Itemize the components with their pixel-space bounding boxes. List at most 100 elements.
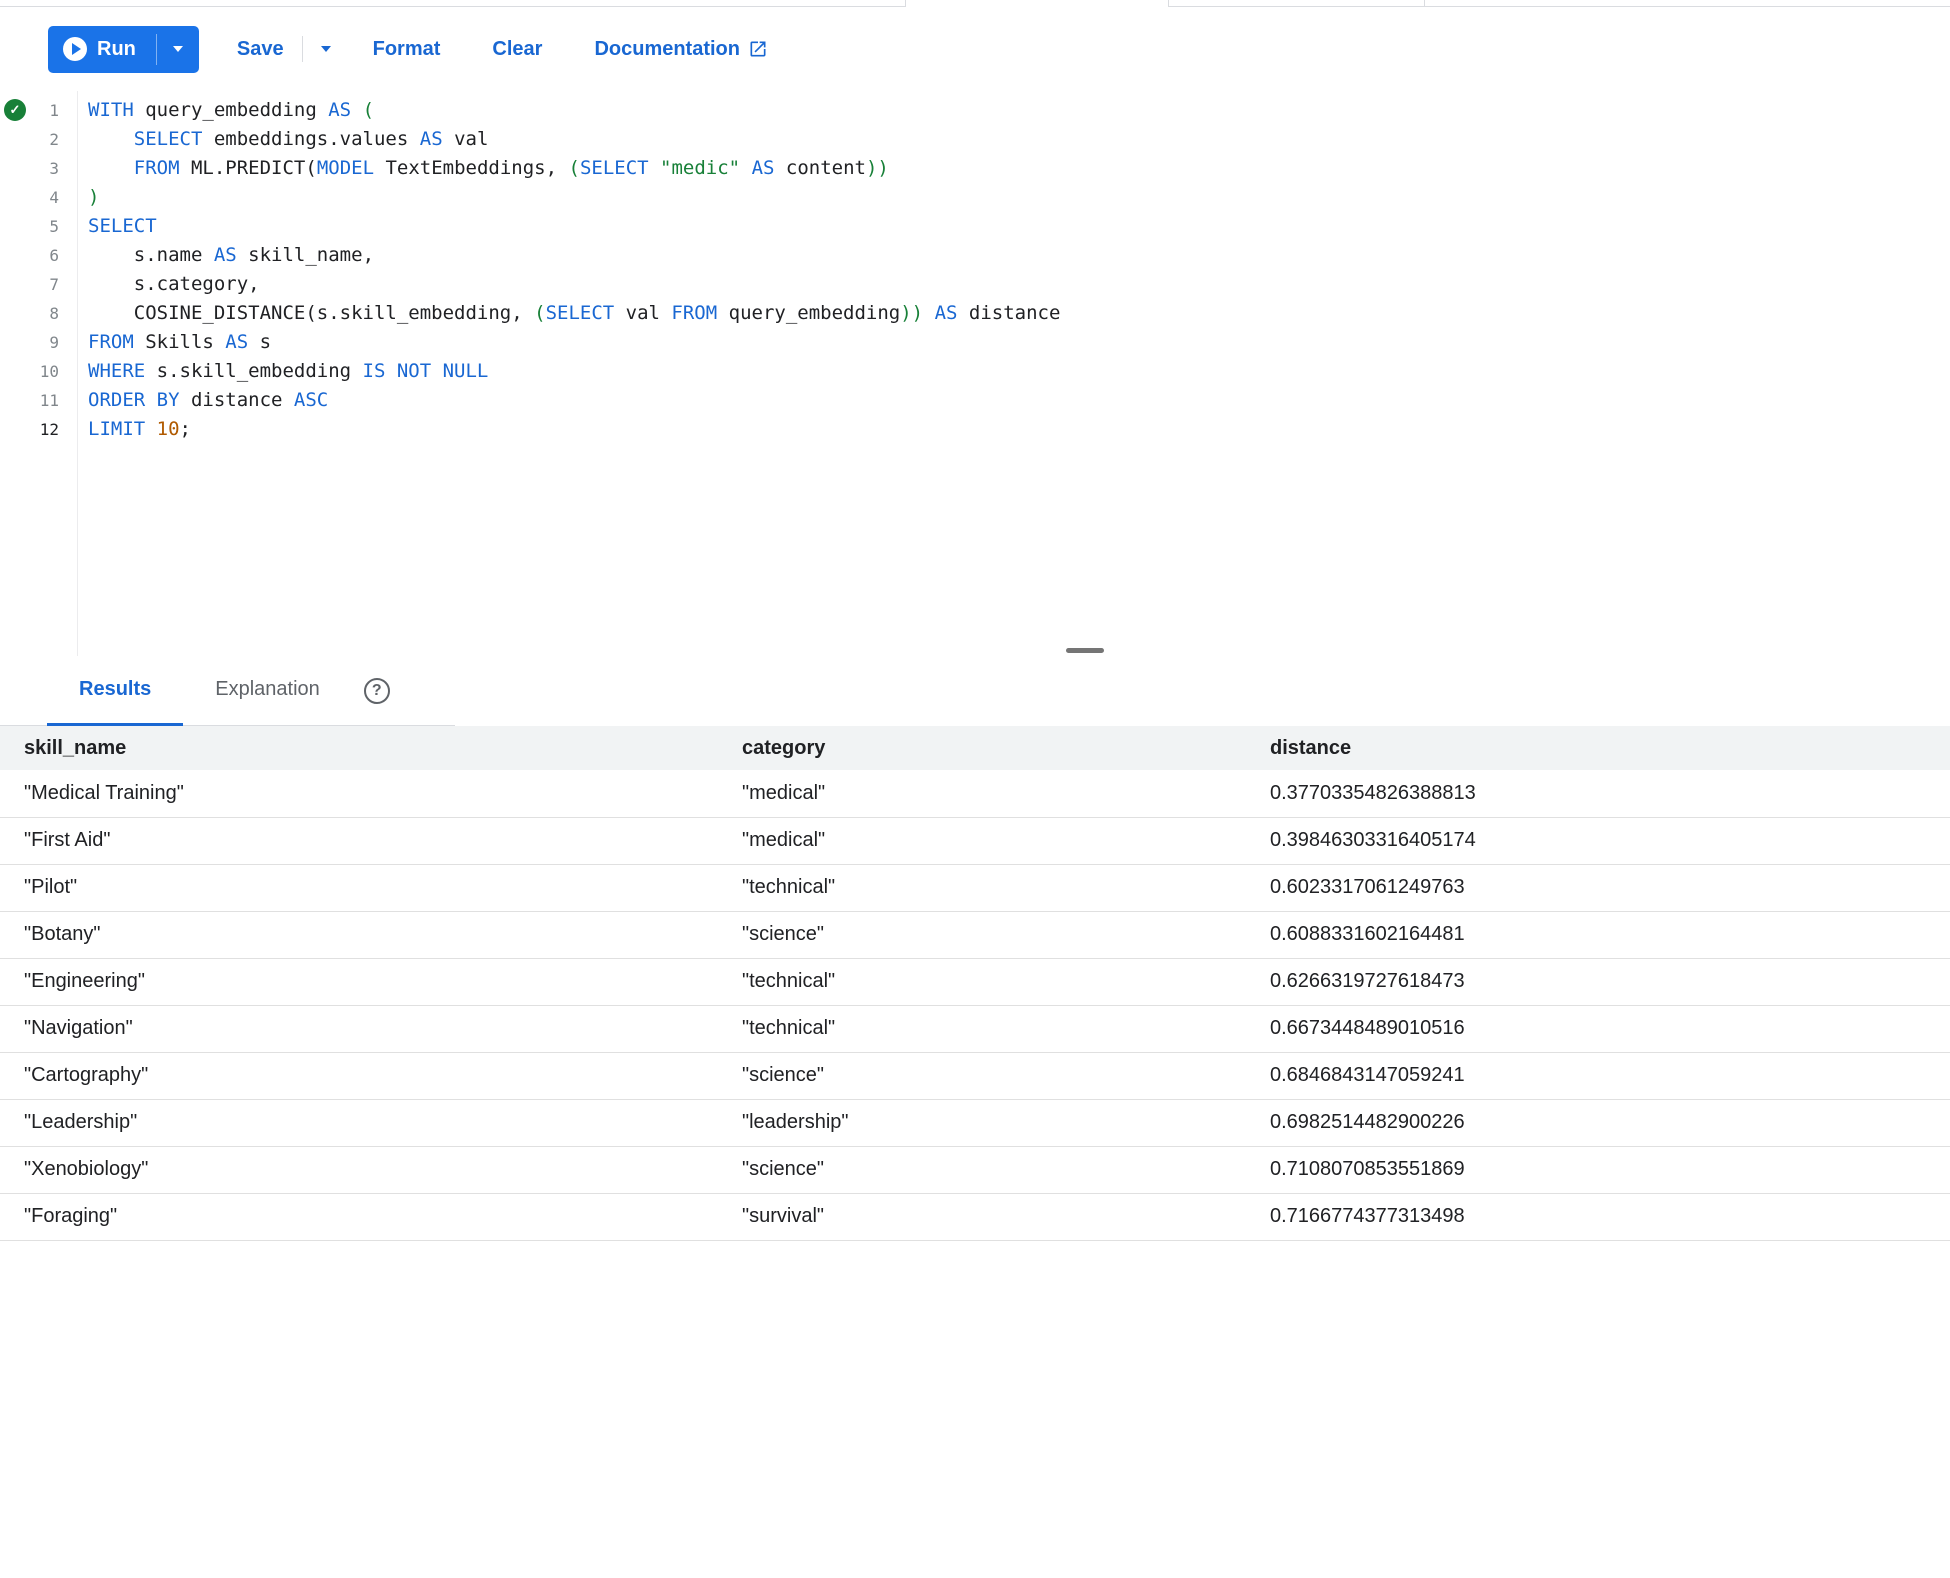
code-token: s [248,331,271,353]
run-button-label: Run [97,38,136,61]
code-line-9: FROM Skills AS s [88,328,1950,357]
code-token: WITH [88,99,134,121]
line-number: 10 [40,357,59,386]
gutter-line-10: 10 [0,357,77,386]
table-row: "Engineering""technical"0.62663197276184… [0,958,1950,1005]
pane-resize-handle[interactable] [1066,648,1104,653]
tab-results[interactable]: Results [47,656,183,726]
table-row: "Xenobiology""science"0.7108070853551869 [0,1146,1950,1193]
code-token: ASC [294,389,328,411]
table-cell: 0.6846843147059241 [1246,1052,1950,1099]
table-cell: "Leadership" [0,1099,718,1146]
code-line-12: LIMIT 10; [88,415,1950,444]
query-valid-check-icon: ✓ [4,99,26,121]
code-token: skill_name, [237,244,374,266]
play-icon [63,37,87,61]
active-tab-gap [906,6,1168,7]
code-token: AS [328,99,351,121]
run-button[interactable]: Run [48,26,156,73]
code-token: AS [752,157,775,179]
column-header-skill_name: skill_name [0,726,718,770]
save-button[interactable]: Save [237,38,284,61]
table-cell: "technical" [718,864,1246,911]
table-cell: 0.6673448489010516 [1246,1005,1950,1052]
code-token: WHERE [88,360,145,382]
line-number: 1 [49,96,59,125]
code-line-5: SELECT [88,212,1950,241]
table-cell: 0.7108070853551869 [1246,1146,1950,1193]
save-options-button[interactable] [321,46,331,52]
table-cell: "technical" [718,958,1246,1005]
table-cell: 0.6266319727618473 [1246,958,1950,1005]
code-token: SELECT [546,302,615,324]
gutter-line-6: 6 [0,241,77,270]
code-token: s.category, [88,273,260,295]
gutter-line-4: 4 [0,183,77,212]
code-token: LIMIT [88,418,145,440]
table-cell: 0.39846303316405174 [1246,817,1950,864]
clear-button[interactable]: Clear [492,38,542,61]
code-token: val [443,128,489,150]
code-token: ML.PREDICT( [180,157,317,179]
open-in-new-icon [748,39,768,59]
tab-separator [1168,0,1169,7]
table-cell: "Foraging" [0,1193,718,1240]
code-token: AS [225,331,248,353]
code-token: SELECT [580,157,649,179]
tab-explanation[interactable]: Explanation [183,656,352,726]
code-token: val [614,302,671,324]
code-token: AS [420,128,443,150]
table-row: "Foraging""survival"0.7166774377313498 [0,1193,1950,1240]
code-token: AS [935,302,958,324]
code-token: "medic" [660,157,740,179]
editor-gutter: ✓123456789101112 [0,91,78,656]
code-token: AS [214,244,237,266]
line-number: 12 [40,415,59,444]
code-token: SELECT [88,215,157,237]
code-token: embeddings.values [202,128,419,150]
run-button-group: Run [48,26,199,73]
code-token [649,157,660,179]
table-cell: "Cartography" [0,1052,718,1099]
table-cell: "leadership" [718,1099,1246,1146]
code-token [145,418,156,440]
table-cell: "Navigation" [0,1005,718,1052]
code-line-4: ) [88,183,1950,212]
table-cell: "First Aid" [0,817,718,864]
column-header-category: category [718,726,1246,770]
code-token: IS NOT NULL [363,360,489,382]
line-number: 11 [40,386,59,415]
code-token: ( [351,99,374,121]
table-cell: "Botany" [0,911,718,958]
code-token: COSINE_DISTANCE(s.skill_embedding, [88,302,534,324]
documentation-link[interactable]: Documentation [594,38,768,61]
results-header-row: skill_namecategorydistance [0,726,1950,770]
code-token: )) [900,302,923,324]
gutter-line-5: 5 [0,212,77,241]
table-cell: "Engineering" [0,958,718,1005]
table-cell: "Medical Training" [0,770,718,817]
line-number: 9 [49,328,59,357]
sql-editor[interactable]: ✓123456789101112 WITH query_embedding AS… [0,91,1950,656]
table-cell: 0.37703354826388813 [1246,770,1950,817]
format-button[interactable]: Format [373,38,441,61]
code-token: ( [534,302,545,324]
tab-separator [905,0,906,7]
table-cell: 0.6023317061249763 [1246,864,1950,911]
line-number: 3 [49,154,59,183]
gutter-line-8: 8 [0,299,77,328]
save-group: Save [237,36,331,62]
table-cell: "Pilot" [0,864,718,911]
gutter-line-2: 2 [0,125,77,154]
table-row: "Medical Training""medical"0.37703354826… [0,770,1950,817]
code-line-2: SELECT embeddings.values AS val [88,125,1950,154]
editor-code-area[interactable]: WITH query_embedding AS ( SELECT embeddi… [78,91,1950,656]
gutter-line-12: 12 [0,415,77,444]
run-options-button[interactable] [157,26,199,73]
help-icon[interactable]: ? [364,678,390,704]
code-line-11: ORDER BY distance ASC [88,386,1950,415]
code-line-7: s.category, [88,270,1950,299]
table-row: "First Aid""medical"0.39846303316405174 [0,817,1950,864]
table-cell: "technical" [718,1005,1246,1052]
code-token: ; [180,418,191,440]
